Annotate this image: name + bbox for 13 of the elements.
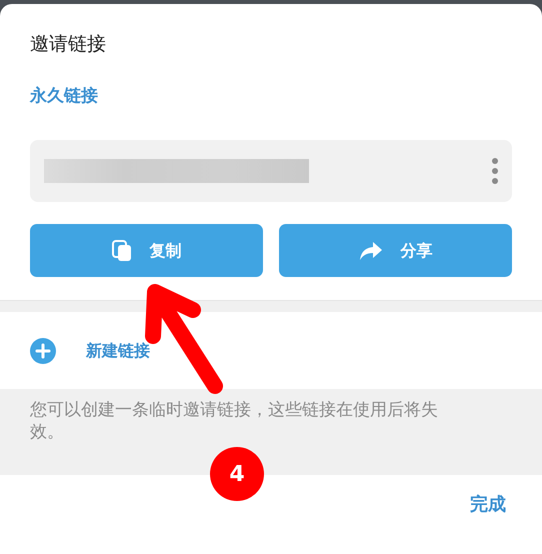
section-heading: 永久链接 bbox=[30, 86, 98, 106]
share-button[interactable]: 分享 bbox=[279, 224, 512, 277]
dialog-title: 邀请链接 bbox=[30, 33, 106, 55]
new-link-button[interactable]: 新建链接 bbox=[86, 338, 150, 362]
copy-icon bbox=[112, 240, 132, 262]
done-button[interactable]: 完成 bbox=[470, 491, 506, 518]
more-icon[interactable] bbox=[492, 158, 498, 184]
step-badge: 4 bbox=[210, 447, 264, 501]
copy-button[interactable]: 复制 bbox=[30, 224, 263, 277]
share-icon bbox=[358, 240, 382, 260]
hint-text: 您可以创建一条临时邀请链接，这些链接在使用后将失效。 bbox=[30, 399, 439, 444]
link-field[interactable] bbox=[30, 140, 512, 202]
plus-icon[interactable] bbox=[30, 338, 56, 364]
